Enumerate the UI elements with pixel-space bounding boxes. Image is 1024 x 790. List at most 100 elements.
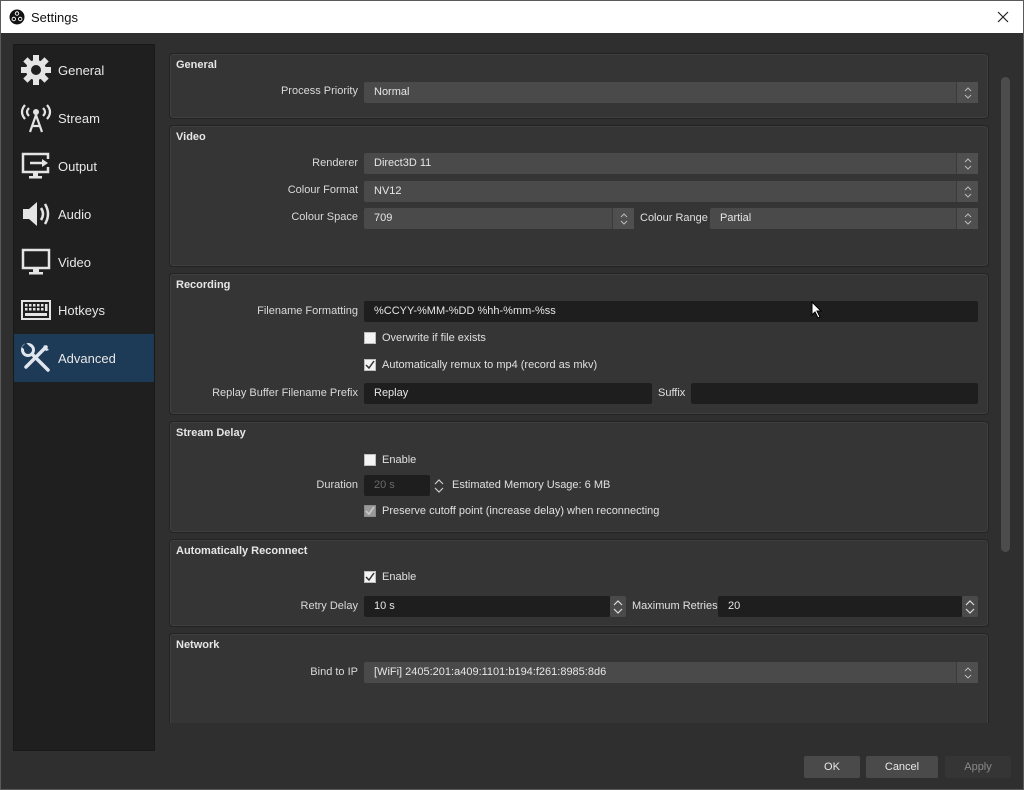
close-icon: [997, 11, 1009, 23]
updown-arrow-icon: [956, 662, 978, 683]
retry-delay-spinbox[interactable]: 10 s: [364, 596, 610, 617]
checkmark-icon: [365, 572, 375, 582]
checkbox-box: [364, 505, 376, 517]
suffix-input[interactable]: [691, 383, 978, 404]
memory-usage-text: Estimated Memory Usage: 6 MB: [452, 479, 611, 491]
checkbox-box: [364, 571, 376, 583]
remux-checkbox[interactable]: Automatically remux to mp4 (record as mk…: [364, 357, 597, 373]
obs-logo-icon: [9, 9, 25, 25]
ok-button[interactable]: OK: [804, 756, 860, 778]
sidebar-item-label: Output: [58, 158, 98, 174]
stream-delay-group: Stream Delay Enable Duration 20 s Estima…: [169, 421, 989, 533]
general-group: General Process Priority Normal: [169, 53, 989, 119]
window-title: Settings: [31, 9, 78, 25]
overwrite-checkbox[interactable]: Overwrite if file exists: [364, 330, 486, 346]
select-value: Partial: [720, 212, 752, 224]
wrench-screwdriver-icon: [18, 340, 54, 376]
group-title: General: [176, 59, 217, 71]
updown-arrow-icon: [434, 478, 444, 493]
max-retries-spinbox[interactable]: 20: [718, 596, 962, 617]
output-icon: [18, 148, 54, 184]
group-title: Automatically Reconnect: [176, 545, 308, 557]
checkbox-label: Overwrite if file exists: [382, 332, 486, 344]
renderer-label: Renderer: [312, 157, 358, 169]
checkbox-box: [364, 359, 376, 371]
speaker-icon: [18, 196, 54, 232]
group-title: Video: [176, 131, 206, 143]
stream-delay-enable-checkbox[interactable]: Enable: [364, 452, 416, 468]
process-priority-select[interactable]: Normal: [364, 82, 978, 103]
settings-window: Settings General Stream Output Audio Vid…: [0, 0, 1024, 790]
renderer-select[interactable]: Direct3D 11: [364, 153, 978, 174]
sidebar-item-label: Hotkeys: [58, 302, 105, 318]
colour-format-select[interactable]: NV12: [364, 181, 978, 202]
apply-button[interactable]: Apply: [945, 756, 1011, 778]
sidebar-item-label: Advanced: [58, 350, 116, 366]
process-priority-label: Process Priority: [280, 85, 358, 97]
scrollbar-thumb[interactable]: [1001, 77, 1010, 552]
updown-arrow-icon: [956, 181, 978, 202]
monitor-icon: [18, 244, 54, 280]
colour-format-label: Colour Format: [287, 184, 358, 196]
colour-space-label: Colour Space: [291, 211, 358, 223]
bind-ip-label: Bind to IP: [310, 666, 358, 678]
max-retries-label: Maximum Retries: [632, 600, 718, 612]
select-value: [WiFi] 2405:201:a409:1101:b194:f261:8985…: [374, 666, 607, 678]
gear-icon: [18, 52, 54, 88]
antenna-icon: [18, 100, 54, 136]
duration-label: Duration: [316, 479, 358, 491]
select-value: Direct3D 11: [374, 157, 432, 169]
checkbox-label: Preserve cutoff point (increase delay) w…: [382, 505, 660, 517]
duration-stepper[interactable]: [431, 475, 447, 496]
sidebar-item-hotkeys[interactable]: Hotkeys: [14, 286, 154, 334]
close-button[interactable]: [991, 5, 1015, 29]
checkbox-box: [364, 454, 376, 466]
retry-delay-stepper[interactable]: [610, 596, 626, 617]
sidebar-item-video[interactable]: Video: [14, 238, 154, 286]
colour-space-select[interactable]: 709: [364, 208, 634, 229]
colour-range-label: Colour Range: [640, 212, 708, 224]
sidebar-item-stream[interactable]: Stream: [14, 94, 154, 142]
filename-formatting-input[interactable]: %CCYY-%MM-%DD %hh-%mm-%ss: [364, 301, 978, 322]
group-title: Stream Delay: [176, 427, 246, 439]
sidebar-item-label: General: [58, 62, 105, 78]
preserve-cutoff-checkbox[interactable]: Preserve cutoff point (increase delay) w…: [364, 503, 659, 519]
retry-delay-label: Retry Delay: [300, 600, 358, 612]
bind-ip-select[interactable]: [WiFi] 2405:201:a409:1101:b194:f261:8985…: [364, 662, 978, 683]
updown-arrow-icon: [965, 599, 975, 614]
video-group: Video Renderer Direct3D 11 Colour Format…: [169, 125, 989, 267]
sidebar-item-label: Audio: [58, 206, 92, 222]
checkbox-label: Automatically remux to mp4 (record as mk…: [382, 359, 598, 371]
auto-reconnect-group: Automatically Reconnect Enable Retry Del…: [169, 539, 989, 627]
select-value: 709: [374, 212, 393, 224]
replay-prefix-label: Replay Buffer Filename Prefix: [212, 387, 358, 399]
updown-arrow-icon: [613, 599, 623, 614]
recording-group: Recording Filename Formatting %CCYY-%MM-…: [169, 273, 989, 415]
updown-arrow-icon: [956, 208, 978, 229]
checkmark-icon: [365, 506, 375, 516]
checkbox-label: Enable: [382, 454, 417, 466]
replay-prefix-input[interactable]: Replay: [364, 383, 652, 404]
colour-range-select[interactable]: Partial: [710, 208, 978, 229]
sidebar-item-advanced[interactable]: Advanced: [14, 334, 154, 382]
settings-sidebar: General Stream Output Audio Video Hotkey…: [13, 44, 155, 751]
group-title: Network: [176, 639, 220, 651]
sidebar-item-general[interactable]: General: [14, 46, 154, 94]
suffix-label: Suffix: [658, 387, 686, 399]
auto-reconnect-enable-checkbox[interactable]: Enable: [364, 569, 416, 585]
network-group: Network Bind to IP [WiFi] 2405:201:a409:…: [169, 633, 989, 723]
duration-spinbox[interactable]: 20 s: [364, 475, 430, 496]
filename-formatting-label: Filename Formatting: [257, 305, 358, 317]
select-value: Normal: [374, 86, 410, 98]
checkbox-label: Enable: [382, 571, 417, 583]
max-retries-stepper[interactable]: [962, 596, 978, 617]
cancel-button[interactable]: Cancel: [866, 756, 938, 778]
sidebar-item-audio[interactable]: Audio: [14, 190, 154, 238]
sidebar-item-output[interactable]: Output: [14, 142, 154, 190]
sidebar-item-label: Stream: [58, 110, 100, 126]
advanced-settings-panel: General Process Priority Normal Video Re…: [167, 47, 991, 723]
settings-body: General Stream Output Audio Video Hotkey…: [1, 33, 1023, 789]
select-value: NV12: [374, 185, 402, 197]
updown-arrow-icon: [956, 153, 978, 174]
mouse-cursor-icon: [811, 301, 823, 319]
